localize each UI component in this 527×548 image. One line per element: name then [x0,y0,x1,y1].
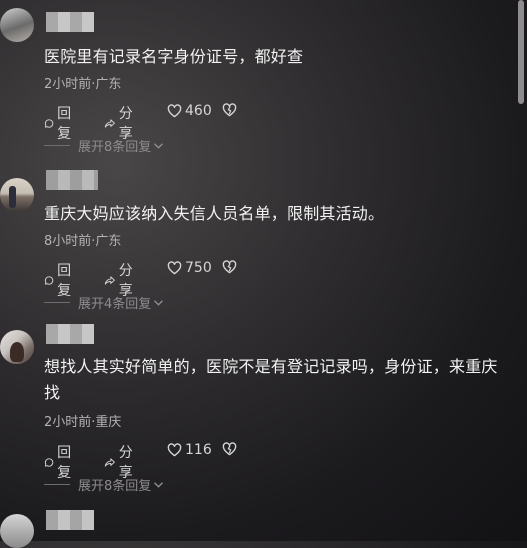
comment-text: 想找人其实好简单的，医院不是有登记记录吗，身份证，来重庆找 [44,357,498,402]
broken-heart-icon [222,442,237,456]
avatar[interactable] [0,330,34,364]
share-arrow-icon [104,118,115,128]
like-count: 116 [185,442,212,458]
expand-replies[interactable]: 展开8条回复 [44,136,164,155]
expand-replies-label: 展开4条回复 [78,297,152,312]
broken-heart-icon [222,103,237,117]
chevron-down-icon [154,142,164,149]
comment-bubble-icon [44,275,54,285]
username-blurred[interactable] [46,324,94,344]
comment-meta: 2小时前·广东 [44,77,122,92]
expand-replies-label: 展开8条回复 [78,479,152,494]
expand-replies[interactable]: 展开8条回复 [44,475,164,494]
expand-replies[interactable]: 展开4条回复 [44,293,164,312]
avatar[interactable] [0,178,34,212]
username-blurred[interactable] [46,170,98,190]
divider [44,484,70,485]
divider [44,302,70,303]
avatar[interactable] [0,514,34,548]
like-button[interactable]: 460 [167,103,212,119]
comment-meta: 8小时前·广东 [44,234,122,249]
comment-text: 医院里有记录名字身份证号，都好查 [44,47,304,66]
like-count: 750 [185,260,212,276]
dislike-button[interactable] [222,442,237,456]
username-blurred[interactable] [46,12,94,32]
share-arrow-icon [104,457,115,467]
divider [44,145,70,146]
avatar[interactable] [0,8,34,42]
dislike-button[interactable] [222,103,237,117]
scrollbar[interactable] [518,0,524,104]
share-arrow-icon [104,275,115,285]
heart-icon [167,443,182,457]
dislike-button[interactable] [222,260,237,274]
heart-icon [167,104,182,118]
comment-bubble-icon [44,457,54,467]
like-button[interactable]: 116 [167,442,212,458]
comment-bubble-icon [44,118,54,128]
expand-replies-label: 展开8条回复 [78,140,152,155]
chevron-down-icon [154,299,164,306]
like-count: 460 [185,103,212,119]
chevron-down-icon [154,481,164,488]
heart-icon [167,261,182,275]
comment-text: 重庆大妈应该纳入失信人员名单，限制其活动。 [44,204,385,223]
username-blurred[interactable] [46,510,94,530]
comment-meta: 2小时前·重庆 [44,415,122,430]
like-button[interactable]: 750 [167,260,212,276]
broken-heart-icon [222,260,237,274]
